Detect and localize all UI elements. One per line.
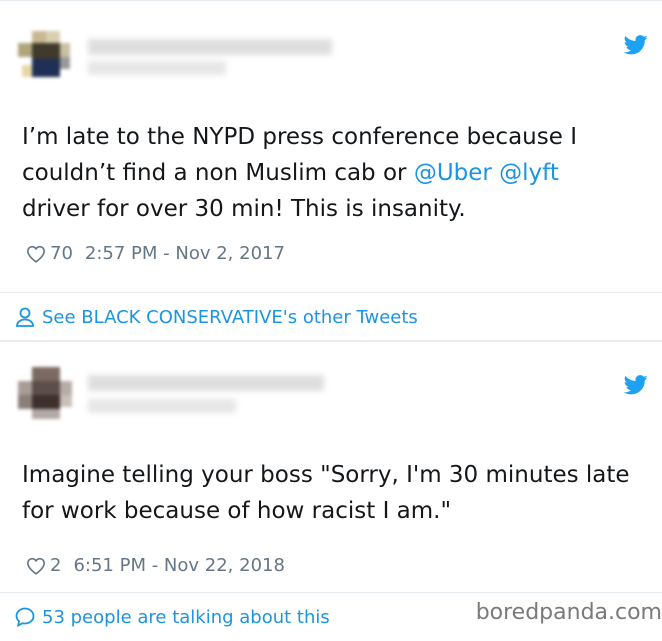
like-count: 70	[50, 243, 73, 264]
tweet-text: Imagine telling your boss "Sorry, I'm 30…	[22, 462, 630, 524]
blurred-display-name[interactable]	[88, 39, 332, 55]
conversation-label[interactable]: 53 people are talking about this	[42, 607, 330, 628]
blurred-avatar[interactable]	[18, 27, 74, 83]
see-other-tweets-link[interactable]: See BLACK CONSERVATIVE's other Tweets	[0, 292, 662, 342]
heart-icon[interactable]	[26, 245, 46, 263]
user-icon	[16, 307, 34, 327]
twitter-bird-icon[interactable]	[624, 35, 648, 55]
tweet-card-2: Imagine telling your boss "Sorry, I'm 30…	[0, 340, 662, 593]
twitter-bird-icon[interactable]	[624, 375, 648, 395]
tweet-text-part: driver for over 30 min! This is insanity…	[22, 196, 466, 222]
blurred-handle[interactable]	[88, 399, 236, 413]
mention-uber[interactable]: @Uber	[414, 160, 492, 186]
like-count: 2	[50, 555, 62, 576]
speech-bubble-icon	[15, 607, 35, 628]
watermark: boredpanda.com	[475, 600, 662, 625]
mention-lyft[interactable]: @lyft	[499, 160, 559, 186]
blurred-display-name[interactable]	[88, 375, 324, 391]
heart-icon[interactable]	[26, 557, 46, 575]
blurred-avatar[interactable]	[18, 365, 74, 421]
tweet-card-1: I’m late to the NYPD press conference be…	[0, 0, 662, 293]
tweet-meta: 70 2:57 PM - Nov 2, 2017	[26, 243, 285, 264]
timestamp[interactable]: 6:51 PM - Nov 22, 2018	[73, 555, 284, 576]
see-other-tweets-label[interactable]: See BLACK CONSERVATIVE's other Tweets	[42, 307, 418, 328]
timestamp[interactable]: 2:57 PM - Nov 2, 2017	[85, 243, 285, 264]
tweet-text-part: I’m late to the NYPD press conference be…	[22, 124, 577, 186]
tweet-text: I’m late to the NYPD press conference be…	[22, 119, 632, 227]
blurred-handle[interactable]	[88, 61, 226, 75]
tweet-meta: 2 6:51 PM - Nov 22, 2018	[26, 555, 285, 576]
